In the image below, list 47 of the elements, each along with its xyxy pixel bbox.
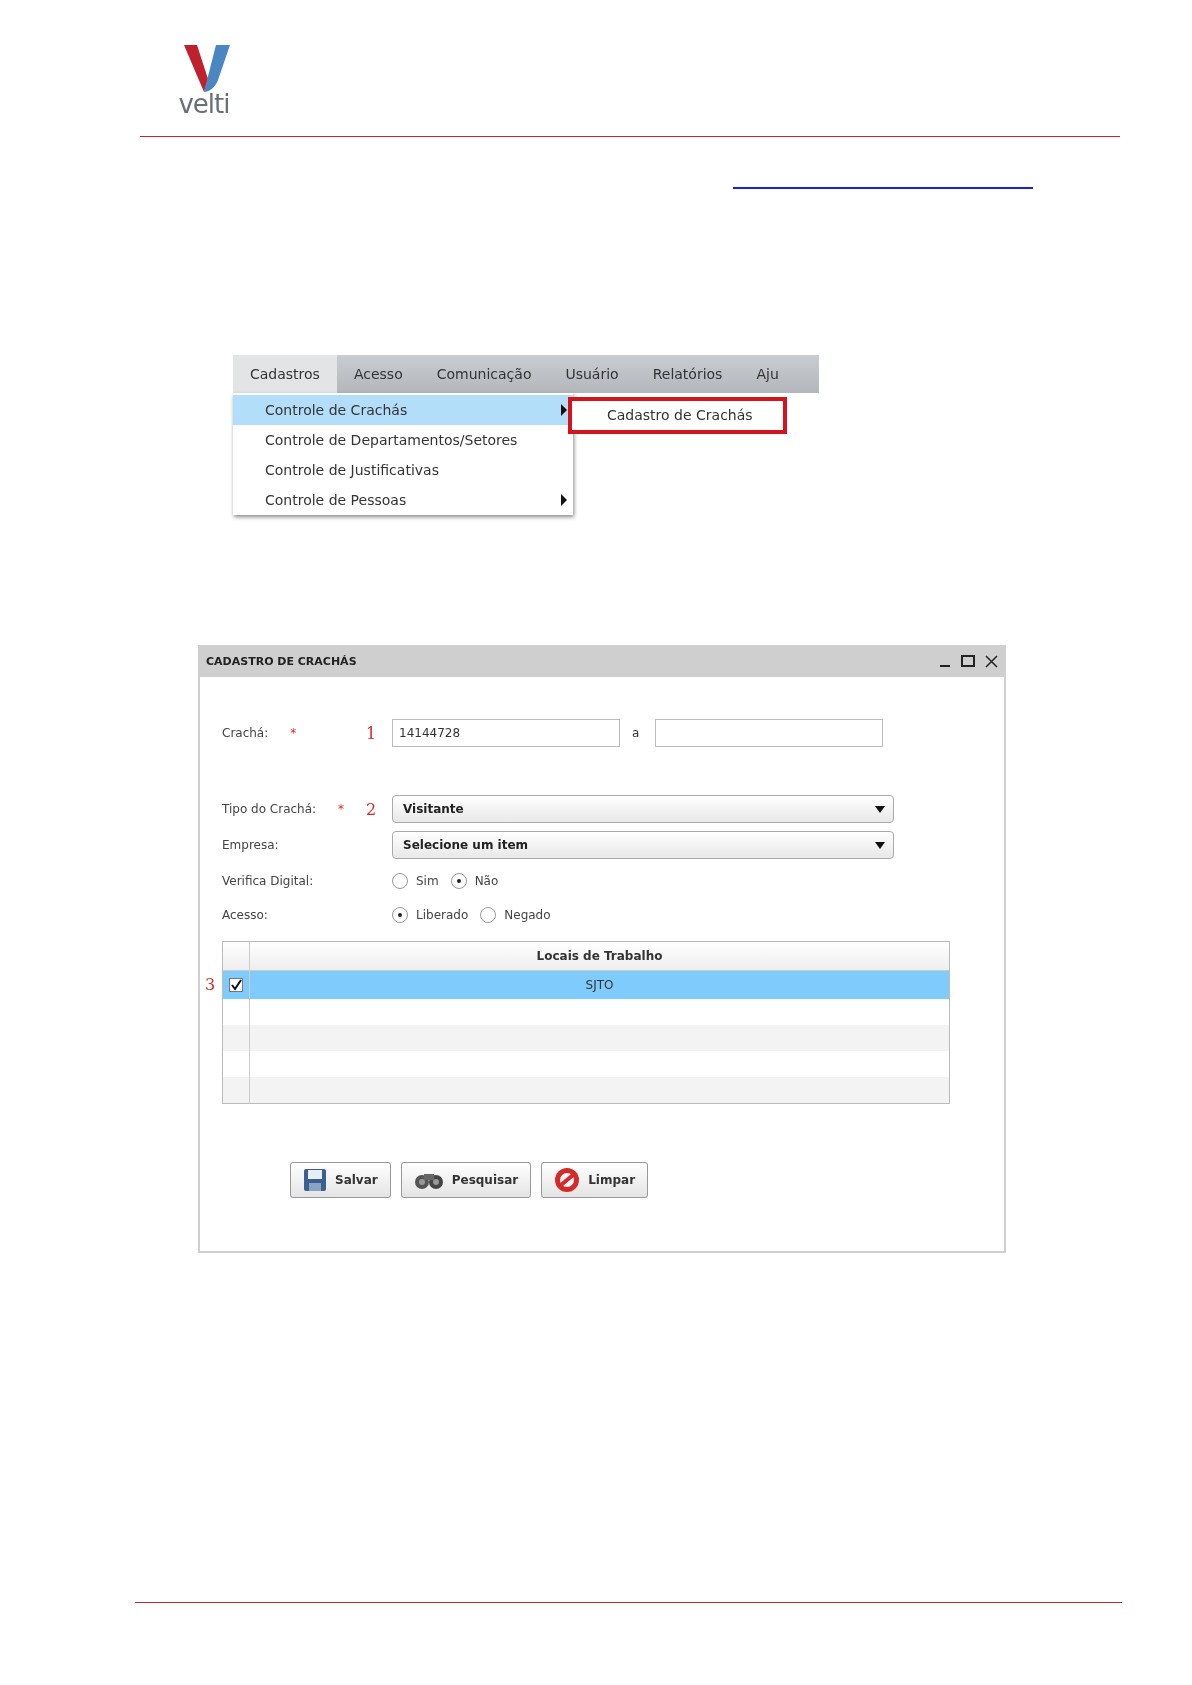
dropdown-arrow-icon bbox=[875, 805, 885, 813]
save-button[interactable]: Salvar bbox=[290, 1162, 391, 1198]
radio-button[interactable] bbox=[392, 907, 408, 923]
step-number: 1 bbox=[366, 723, 377, 743]
radio-label: Negado bbox=[504, 908, 551, 922]
dropdown-field[interactable]: Visitante bbox=[392, 795, 894, 823]
step-number: 2 bbox=[366, 799, 377, 819]
field-label: Tipo do Crachá: bbox=[222, 802, 317, 816]
menu-item[interactable]: Cadastros bbox=[233, 355, 337, 393]
radio-button[interactable] bbox=[450, 873, 467, 889]
menu-item[interactable]: Usuário bbox=[548, 355, 636, 393]
required-asterisk: * bbox=[338, 802, 345, 816]
field-label: Crachá: bbox=[222, 726, 269, 740]
checkbox[interactable] bbox=[229, 978, 243, 992]
menu-item[interactable]: Aju bbox=[739, 355, 796, 393]
column-header: Locais de Trabalho bbox=[535, 948, 664, 965]
close-icon[interactable] bbox=[985, 654, 998, 668]
menu-item[interactable]: Comunicação bbox=[419, 355, 549, 393]
required-asterisk: * bbox=[290, 726, 297, 740]
menu-item[interactable]: Relatórios bbox=[635, 355, 740, 393]
dropdown-field[interactable]: Selecione um item bbox=[392, 831, 894, 859]
field-label: Acesso: bbox=[222, 908, 268, 922]
step-number: 3 bbox=[205, 975, 216, 994]
menu-item[interactable]: Cadastro de Crachás bbox=[568, 397, 787, 434]
maximize-icon[interactable] bbox=[961, 655, 975, 667]
dropdown-arrow-icon bbox=[875, 841, 885, 849]
menu-item[interactable]: Controle de Justificativas bbox=[233, 455, 573, 485]
radio-button[interactable] bbox=[480, 907, 497, 923]
input-field[interactable] bbox=[655, 719, 884, 747]
table-row[interactable]: SJTO bbox=[223, 971, 949, 999]
radio-label: Liberado bbox=[416, 908, 469, 922]
input-field[interactable]: 14144728 bbox=[392, 719, 620, 747]
radio-label: Sim bbox=[416, 874, 439, 888]
logo: velti bbox=[176, 45, 232, 117]
menu-item[interactable]: Controle de Crachás bbox=[233, 395, 573, 425]
window-title: CADASTRO DE CRACHÁS bbox=[206, 654, 357, 668]
clear-button[interactable]: Limpar bbox=[541, 1162, 649, 1198]
no-entry-icon bbox=[554, 1167, 581, 1193]
radio-label: Não bbox=[474, 874, 499, 888]
table-cell-text: SJTO bbox=[584, 977, 615, 994]
radio-button[interactable] bbox=[392, 873, 408, 889]
menu-item[interactable]: Controle de Pessoas bbox=[233, 485, 573, 515]
range-separator: a bbox=[632, 726, 640, 740]
search-button[interactable]: Pesquisar bbox=[400, 1162, 532, 1198]
field-label: Verifica Digital: bbox=[222, 874, 314, 888]
field-label: Empresa: bbox=[222, 838, 279, 852]
menu-item[interactable]: Acesso bbox=[336, 355, 420, 393]
